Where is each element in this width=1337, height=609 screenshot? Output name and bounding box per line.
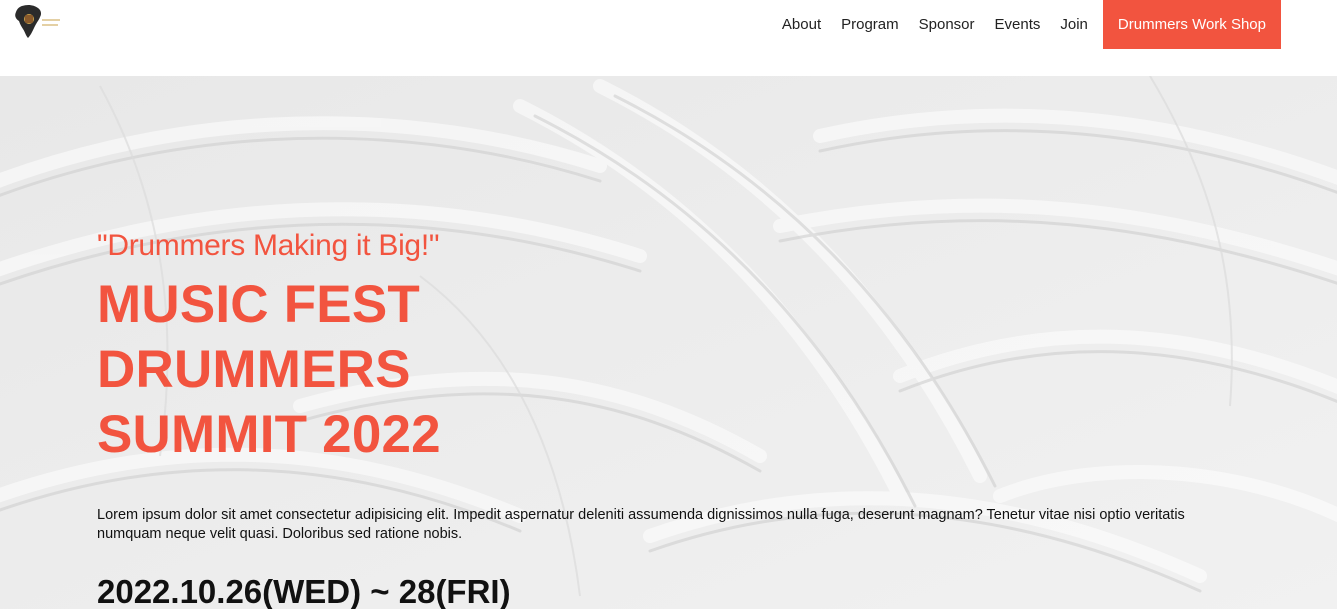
africa-drum-logo-icon: [15, 4, 60, 39]
hero-title-line: MUSIC FEST: [97, 275, 420, 334]
nav-link-about[interactable]: About: [782, 16, 821, 33]
hero-title: MUSIC FEST DRUMMERS SUMMIT 2022: [97, 272, 1237, 467]
site-logo[interactable]: [4, 2, 64, 42]
hero-description: Lorem ipsum dolor sit amet consectetur a…: [97, 507, 1185, 542]
nav-link-join[interactable]: Join: [1060, 16, 1088, 33]
main-nav: About Program Sponsor Events Join Drumme…: [782, 0, 1281, 49]
nav-link-sponsor[interactable]: Sponsor: [919, 16, 975, 33]
hero-content: "Drummers Making it Big!" MUSIC FEST DRU…: [97, 226, 1237, 609]
hero-title-line: DRUMMERS: [97, 340, 411, 399]
event-date: 2022.10.26(WED) ~ 28(FRI): [97, 573, 511, 609]
navbar: About Program Sponsor Events Join Drumme…: [0, 0, 1337, 76]
drummers-workshop-button[interactable]: Drummers Work Shop: [1102, 0, 1281, 49]
nav-link-program[interactable]: Program: [841, 16, 899, 33]
hero-section: "Drummers Making it Big!" MUSIC FEST DRU…: [0, 76, 1337, 609]
nav-link-events[interactable]: Events: [995, 16, 1041, 33]
hero-title-line: SUMMIT 2022: [97, 405, 441, 464]
hero-tagline: "Drummers Making it Big!": [97, 229, 440, 262]
